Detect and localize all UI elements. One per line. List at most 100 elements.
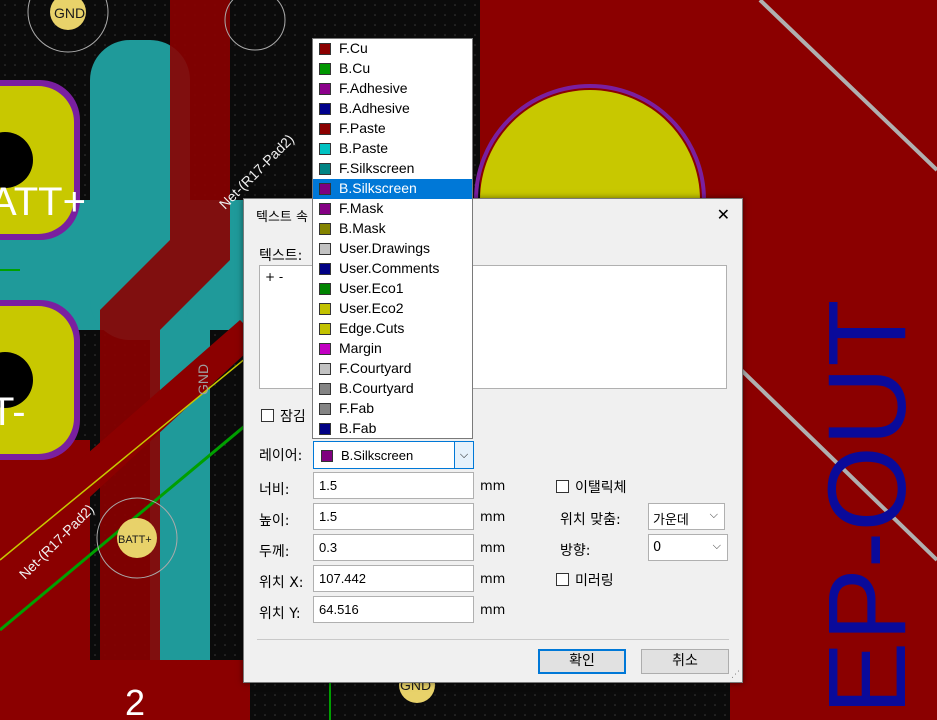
layer-option-label: B.Paste (339, 140, 389, 156)
pos-y-label: 위치 Y: (259, 606, 301, 622)
layer-option-label: F.Silkscreen (339, 160, 415, 176)
ok-button[interactable]: 확인 (538, 649, 626, 674)
layer-option[interactable]: B.Silkscreen (313, 179, 472, 199)
divider (257, 639, 729, 640)
layer-select[interactable]: B.Silkscreen ⌵ (313, 441, 474, 469)
layer-option-label: User.Drawings (339, 240, 431, 256)
layer-option[interactable]: F.Silkscreen (313, 159, 472, 179)
layer-option[interactable]: User.Eco1 (313, 279, 472, 299)
layer-option-label: User.Comments (339, 260, 440, 276)
layer-color-swatch (321, 450, 333, 462)
layer-color-swatch (319, 383, 331, 395)
layer-color-swatch (319, 283, 331, 295)
italic-checkbox[interactable] (556, 480, 569, 493)
layer-option-label: B.Mask (339, 220, 386, 236)
layer-option[interactable]: F.Cu (313, 39, 472, 59)
text-label: 텍스트: (259, 248, 303, 264)
lock-label: 잠김 (280, 409, 306, 425)
layer-option-label: Edge.Cuts (339, 320, 405, 336)
layer-color-swatch (319, 243, 331, 255)
layer-color-swatch (319, 323, 331, 335)
layer-dropdown-list[interactable]: F.Cu B.Cu F.Adhesive B.Adhesive F.Paste B.Pas… (312, 38, 473, 439)
layer-option-label: B.Adhesive (339, 100, 410, 116)
layer-option[interactable]: B.Adhesive (313, 99, 472, 119)
orientation-label: 방향: (560, 543, 591, 559)
layer-option-label: User.Eco2 (339, 300, 404, 316)
layer-color-swatch (319, 303, 331, 315)
close-icon[interactable]: ✕ (717, 205, 730, 224)
layer-option[interactable]: Edge.Cuts (313, 319, 472, 339)
layer-option[interactable]: F.Adhesive (313, 79, 472, 99)
lock-checkbox[interactable] (261, 409, 274, 422)
layer-option[interactable]: F.Paste (313, 119, 472, 139)
layer-option-label: B.Cu (339, 60, 371, 76)
layer-option-label: F.Fab (339, 400, 375, 416)
pos-x-unit: mm (480, 572, 506, 587)
layer-color-swatch (319, 143, 331, 155)
mirror-checkbox[interactable] (556, 573, 569, 586)
layer-option-label: B.Fab (339, 420, 377, 436)
layer-color-swatch (319, 123, 331, 135)
layer-color-swatch (319, 103, 331, 115)
layer-color-swatch (319, 403, 331, 415)
dialog-title: 텍스트 속 (256, 210, 308, 225)
layer-option-label: F.Mask (339, 200, 384, 216)
pos-y-field[interactable]: 64.516 (313, 596, 474, 623)
layer-option[interactable]: B.Mask (313, 219, 472, 239)
layer-option-label: B.Courtyard (339, 380, 414, 396)
layer-option-label: F.Courtyard (339, 360, 412, 376)
layer-option[interactable]: User.Drawings (313, 239, 472, 259)
layer-option[interactable]: B.Cu (313, 59, 472, 79)
italic-label: 이탤릭체 (575, 480, 627, 496)
justify-label: 위치 맞춤: (560, 512, 621, 528)
layer-option-label: B.Silkscreen (339, 180, 417, 196)
width-field[interactable]: 1.5 (313, 472, 474, 499)
layer-label: 레이어: (259, 448, 303, 464)
layer-option[interactable]: Margin (313, 339, 472, 359)
layer-color-swatch (319, 263, 331, 275)
edge-text: EP-OUT (806, 299, 929, 715)
layer-option[interactable]: B.Fab (313, 419, 472, 439)
pad-label: BATT+ (118, 534, 152, 546)
layer-color-swatch (319, 183, 331, 195)
justify-select-value: 가운데 (653, 513, 689, 528)
layer-color-swatch (319, 223, 331, 235)
layer-option-label: Margin (339, 340, 382, 356)
width-label: 너비: (259, 482, 290, 498)
resize-grip-icon[interactable]: ⋰ (731, 670, 740, 680)
pos-x-label: 위치 X: (259, 575, 304, 591)
layer-option-label: F.Paste (339, 120, 386, 136)
layer-option-label: User.Eco1 (339, 280, 404, 296)
thickness-field[interactable]: 0.3 (313, 534, 474, 561)
chevron-down-icon: ⌵ (709, 508, 718, 521)
orientation-select[interactable]: 0 ⌵ (648, 534, 728, 561)
layer-color-swatch (319, 203, 331, 215)
layer-color-swatch (319, 83, 331, 95)
cancel-button[interactable]: 취소 (641, 649, 729, 674)
silk-text: T- (0, 390, 26, 434)
width-unit: mm (480, 479, 506, 494)
layer-select-value: B.Silkscreen (341, 448, 414, 463)
layer-option[interactable]: B.Paste (313, 139, 472, 159)
layer-option[interactable]: B.Courtyard (313, 379, 472, 399)
layer-color-swatch (319, 43, 331, 55)
layer-option-label: F.Adhesive (339, 80, 408, 96)
pos-y-unit: mm (480, 603, 506, 618)
thickness-unit: mm (480, 541, 506, 556)
layer-option[interactable]: F.Fab (313, 399, 472, 419)
mirror-label: 미러링 (575, 573, 614, 589)
justify-select[interactable]: 가운데 ⌵ (648, 503, 725, 530)
layer-option[interactable]: User.Eco2 (313, 299, 472, 319)
height-field[interactable]: 1.5 (313, 503, 474, 530)
orientation-select-value: 0 (653, 540, 662, 555)
pos-x-field[interactable]: 107.442 (313, 565, 474, 592)
layer-color-swatch (319, 163, 331, 175)
layer-option[interactable]: F.Courtyard (313, 359, 472, 379)
layer-color-swatch (319, 63, 331, 75)
silk-text: ATT+ (0, 180, 86, 224)
pad-label: GND (54, 5, 85, 21)
layer-color-swatch (319, 363, 331, 375)
layer-option[interactable]: User.Comments (313, 259, 472, 279)
chevron-down-icon[interactable]: ⌵ (454, 442, 473, 468)
layer-option[interactable]: F.Mask (313, 199, 472, 219)
